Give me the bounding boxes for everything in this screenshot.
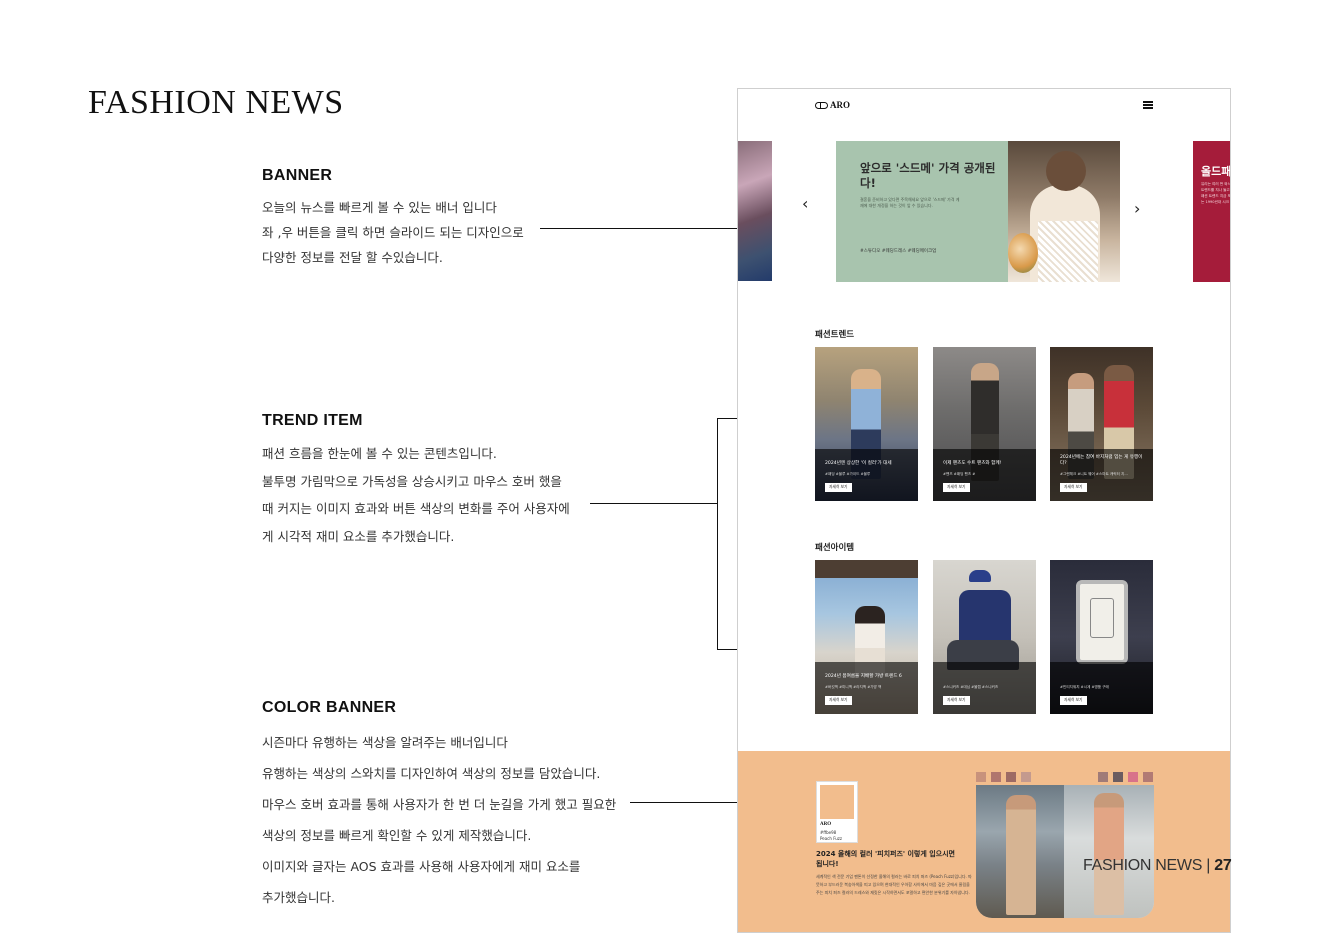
trend-desc-line: 때 커지는 이미지 효과와 버튼 색상의 변화를 주어 사용자에 xyxy=(262,501,570,516)
color-banner-section[interactable]: ARO #ffbe98 Peach Fuzz 2024 올해의 컬러 '피치퍼즈… xyxy=(738,751,1230,932)
mini-swatch xyxy=(991,772,1001,782)
color-banner-desc: 세계적인 색 전문 기업 팬톤이 선정한 올해의 컬러는 바로 피치 퍼즈 (P… xyxy=(816,874,972,895)
color-swatch-card[interactable]: ARO #ffbe98 Peach Fuzz xyxy=(816,781,858,843)
banner-prev-slide xyxy=(738,141,772,281)
item-card[interactable]: #빈티지워치 #시계 #명품 구매 자세히 보기 xyxy=(1050,560,1153,714)
trend-desc-line: 패션 흐름을 한눈에 볼 수 있는 콘텐츠입니다. xyxy=(262,446,497,461)
next-slide-text: 유리는 여러 번 와서 Y2K 트렌드를 지나 돌고 도는 패션 트렌드 지금 … xyxy=(1201,182,1231,204)
trend-desc-line: 불투명 가림막으로 가독성을 상승시키고 마우스 호버 했을 xyxy=(262,473,562,489)
detail-button[interactable]: 자세히 보기 xyxy=(1060,696,1087,705)
swatch-logo: ARO xyxy=(820,822,832,827)
mini-swatch xyxy=(1098,772,1108,782)
color-desc-line: 추가했습니다. xyxy=(262,890,335,905)
color-banner-title: 2024 올해의 컬러 '피치퍼즈' 이렇게 입으시면 됩니다! xyxy=(816,850,955,868)
mini-swatch xyxy=(976,772,986,782)
mobile-mockup: ARO ‹ 앞으로 '스드메' 가격 공개된다! 결혼을 준비하고 있다면 주목… xyxy=(737,88,1231,933)
card-tags: #그렌체크 #니트 웨어 #스마트 캐릭터 지... xyxy=(1060,472,1128,476)
next-slide-title: 올드패 xyxy=(1201,165,1231,178)
chevron-right-icon[interactable]: › xyxy=(1134,199,1140,218)
banner-slide-title: 앞으로 '스드메' 가격 공개된다! xyxy=(860,161,996,190)
trend-card[interactable]: 2024년에는 참여 바지처럼 입는 게 유행이다? #그렌체크 #니트 웨어 … xyxy=(1050,347,1153,501)
color-banner-annotation: COLOR BANNER 시즌마다 유행하는 색상을 알려주는 배너입니다 유행… xyxy=(262,699,632,913)
color-desc-line: 마우스 호버 효과를 통해 사용자가 한 번 더 눈길을 가게 했고 필요한 xyxy=(262,797,617,812)
banner-desc-line: 오늘의 뉴스를 빠르게 볼 수 있는 배너 입니다 xyxy=(262,200,497,215)
banner-slide-tags: #스튜디오 #웨딩드레스 #웨딩메이크업 xyxy=(860,249,937,254)
card-tags: #팬츠 #패딩 팬츠 # xyxy=(943,472,976,476)
image-figure xyxy=(1046,151,1086,191)
detail-button[interactable]: 자세히 보기 xyxy=(825,483,852,492)
page-number-value: 27 xyxy=(1214,857,1232,874)
banner-desc-line: 좌 ,우 버튼을 클릭 하면 슬라이드 되는 디자인으로 xyxy=(262,225,524,240)
chevron-left-icon[interactable]: ‹ xyxy=(802,194,808,213)
page-title: FASHION NEWS xyxy=(88,84,344,121)
card-tags: #스니커즈 #데님 #볼캡 #스니커즈 xyxy=(943,685,999,689)
trend-desc-line: 게 시각적 재미 요소를 추가했습니다. xyxy=(262,528,455,544)
trend-connector-line xyxy=(590,503,718,504)
banner-slide[interactable]: 앞으로 '스드메' 가격 공개된다! 결혼을 준비하고 있다면 주목해세요 앞으… xyxy=(836,141,1120,282)
banner-heading: BANNER xyxy=(262,167,333,184)
items-section-title: 패션아이템 xyxy=(815,543,855,553)
card-tags: #빈티지워치 #시계 #명품 구매 xyxy=(1060,685,1109,689)
card-title: 이제 팬츠도 수트 팬츠와 함께! xyxy=(943,461,1002,466)
card-image-canopy xyxy=(815,560,918,578)
image-figure xyxy=(1008,233,1038,273)
runway-model xyxy=(1094,793,1124,915)
trend-card[interactable]: 이제 팬츠도 수트 팬츠와 함께! #팬츠 #패딩 팬츠 # 자세히 보기 xyxy=(933,347,1036,501)
color-desc-line: 유행하는 색상의 스와치를 디자인하여 색상의 정보를 담았습니다. xyxy=(262,766,601,781)
page-number-label: FASHION NEWS | xyxy=(1083,857,1215,874)
runway-model xyxy=(1006,795,1036,915)
card-title: 2024년 봄여름을 지배할 가방 트렌드 6 xyxy=(825,674,902,679)
image-figure xyxy=(1038,221,1098,282)
color-banner-heading: COLOR BANNER xyxy=(262,699,397,716)
page-number: FASHION NEWS | 27 xyxy=(1083,857,1232,875)
mini-swatch xyxy=(1006,772,1016,782)
trend-connector-vertical xyxy=(717,418,718,650)
mini-swatch xyxy=(1143,772,1153,782)
watch-dial xyxy=(1090,598,1114,638)
banner-slide-subtitle: 결혼을 준비하고 있다면 주목해세요 앞으로 '스드메' 가격 게재에 대한 개… xyxy=(860,197,960,208)
mockup-logo-text: ARO xyxy=(830,100,850,110)
detail-button[interactable]: 자세히 보기 xyxy=(1060,483,1087,492)
mini-swatch xyxy=(1128,772,1138,782)
color-banner-image xyxy=(976,785,1154,918)
banner-slide-image xyxy=(1008,141,1120,282)
card-tags: #패딩 #블루 #가이드 #블루 xyxy=(825,472,871,476)
trend-annotation: TREND ITEM 패션 흐름을 한눈에 볼 수 있는 콘텐츠입니다. 불투명… xyxy=(262,412,592,550)
color-desc-line: 색상의 정보를 빠르게 확인할 수 있게 제작했습니다. xyxy=(262,828,532,843)
swatch-color xyxy=(820,785,854,819)
banner-annotation: BANNER 오늘의 뉴스를 빠르게 볼 수 있는 배너 입니다 좌 ,우 버튼… xyxy=(262,167,602,270)
color-desc-line: 이미지와 글자는 AOS 효과를 사용해 사용자에게 재미 요소를 xyxy=(262,859,581,874)
mockup-logo[interactable]: ARO xyxy=(815,100,850,110)
item-card[interactable]: 2024년 봄여름을 지배할 가방 트렌드 6 #버킷백 #미니백 #라지백 #… xyxy=(815,560,918,714)
trend-section-title: 패션트렌드 xyxy=(815,330,855,340)
banner-desc-line: 다양한 정보를 전달 할 수있습니다. xyxy=(262,250,443,265)
detail-button[interactable]: 자세히 보기 xyxy=(943,696,970,705)
banner-next-slide: 올드패 유리는 여러 번 와서 Y2K 트렌드를 지나 돌고 도는 패션 트렌드… xyxy=(1193,141,1231,282)
mini-swatch xyxy=(1113,772,1123,782)
mockup-header: ARO xyxy=(738,89,1230,125)
watch-image xyxy=(1076,580,1128,664)
runway-image-left xyxy=(976,785,1064,918)
trend-card[interactable]: 2024년엔 상상한 '이 컬러'가 대세 #패딩 #블루 #가이드 #블루 자… xyxy=(815,347,918,501)
logo-mark-icon xyxy=(815,101,828,109)
detail-button[interactable]: 자세히 보기 xyxy=(825,696,852,705)
mini-swatch xyxy=(1021,772,1031,782)
detail-button[interactable]: 자세히 보기 xyxy=(943,483,970,492)
card-tags: #버킷백 #미니백 #라지백 #가방 백 xyxy=(825,685,882,689)
hamburger-icon[interactable] xyxy=(1143,101,1153,109)
swatch-code: #ffbe98 xyxy=(820,830,837,835)
card-title: 2024년에는 참여 바지처럼 입는 게 유행이다? xyxy=(1060,455,1143,466)
trend-heading: TREND ITEM xyxy=(262,412,363,429)
card-image-cap xyxy=(969,570,991,582)
item-card[interactable]: #스니커즈 #데님 #볼캡 #스니커즈 자세히 보기 xyxy=(933,560,1036,714)
swatch-name: Peach Fuzz xyxy=(820,836,843,841)
color-desc-line: 시즌마다 유행하는 색상을 알려주는 배너입니다 xyxy=(262,735,508,750)
runway-image-right xyxy=(1064,785,1154,918)
card-title: 2024년엔 상상한 '이 컬러'가 대세 xyxy=(825,461,892,466)
